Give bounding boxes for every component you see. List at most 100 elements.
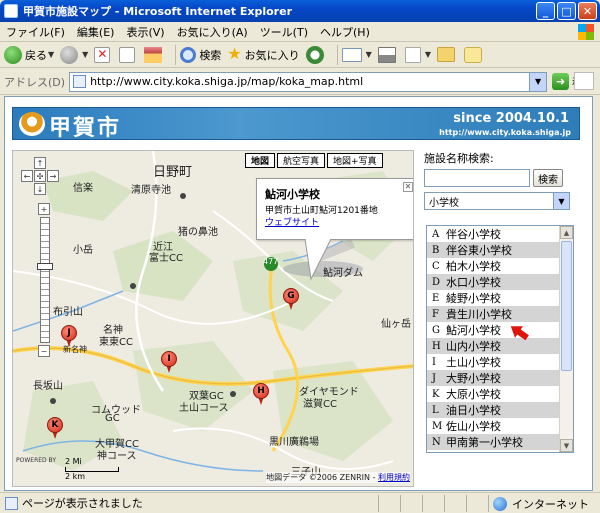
facility-letter: M [432,420,443,432]
map-marker-j[interactable]: J [61,325,77,347]
map-marker-h[interactable]: H [253,383,269,405]
facility-letter: K [432,388,440,400]
scroll-up-icon[interactable]: ▲ [560,226,573,239]
scroll-down-icon[interactable]: ▼ [560,439,573,452]
folder-button[interactable] [436,47,458,62]
toolbar-separator [336,44,338,65]
info-close-icon[interactable]: ✕ [403,182,413,192]
category-select[interactable]: 小学校 ▼ [424,192,570,210]
map-marker-k[interactable]: K [47,417,63,439]
map-marker-i[interactable]: I [161,351,177,373]
facility-list-item[interactable]: K 大原小学校 [427,386,573,402]
terms-link[interactable]: 利用規約 [378,473,410,482]
status-text: ページが表示されました [22,497,143,510]
page-done-icon [5,496,18,510]
edit-icon [404,46,421,63]
zoom-in-button[interactable]: + [38,203,50,215]
facility-search-button[interactable]: 検索 [533,169,563,187]
marker-letter: K [47,417,63,433]
map-marker-g[interactable]: G [283,288,299,310]
zoom-slider-thumb[interactable] [37,263,53,270]
messenger-button[interactable] [463,46,485,63]
chevron-down-icon[interactable]: ▼ [48,50,54,59]
toolbar-extension-icon[interactable] [574,72,594,90]
menu-bar: ファイル(F) 編集(E) 表示(V) お気に入り(A) ツール(T) ヘルプ(… [0,22,600,42]
address-bar: アドレス(D) http://www.city.koka.shiga.jp/ma… [0,69,600,95]
page-scrollbar[interactable] [593,96,600,491]
pan-down-button[interactable]: ↓ [34,183,46,195]
facility-list-item[interactable]: M 佐山小学校 [427,418,573,434]
back-arrow-icon [4,45,22,64]
print-button[interactable] [377,46,399,63]
facility-list-item[interactable]: E 綾野小学校 [427,290,573,306]
facility-list-item[interactable]: O甲南第二小学校 [427,450,573,452]
favorites-button[interactable]: ★ お気に入り [227,45,299,64]
search-caption: 施設名称検索: [424,152,494,165]
pan-left-button[interactable]: ← [21,170,33,182]
status-bar: ページが表示されました インターネット [0,492,600,513]
facility-list-item[interactable]: B 伴谷東小学校 [427,242,573,258]
scroll-thumb[interactable] [561,241,572,371]
facility-list-item[interactable]: I 土山小学校 [427,354,573,370]
facility-list-item[interactable]: J 大野小学校 [427,370,573,386]
windows-logo-icon [578,24,594,40]
map-type-map[interactable]: 地図 [245,153,276,168]
facility-list-item[interactable]: D 水口小学校 [427,274,573,290]
refresh-button[interactable] [119,46,138,63]
map-view[interactable]: 日野町 信楽 清原寺池 猪の鼻池 近江 富士CC 小岳 布引山 名神 東東CC … [12,150,414,487]
address-url[interactable]: http://www.city.koka.shiga.jp/map/koka_m… [90,75,363,88]
info-website-link[interactable]: ウェブサイト [265,215,319,228]
search-row: 検索 [424,169,584,187]
menu-help[interactable]: ヘルプ(H) [320,24,370,40]
chevron-down-icon[interactable]: ▼ [82,50,88,59]
chevron-down-icon[interactable]: ▼ [529,72,547,91]
zoom-out-button[interactable]: − [38,345,50,357]
facility-list-item[interactable]: H 山内小学校 [427,338,573,354]
facility-letter: C [432,260,440,272]
menu-tools[interactable]: ツール(T) [260,24,308,40]
info-facility-name: 鮎河小学校 [265,188,320,201]
facility-letter: L [432,404,439,416]
minimize-button[interactable]: _ [536,2,555,20]
facility-list-item[interactable]: N 甲南第一小学校 [427,434,573,450]
page-icon [73,75,87,88]
pan-center-button[interactable]: ✣ [34,170,46,182]
map-type-hybrid[interactable]: 地図+写真 [327,153,383,168]
facility-list-item[interactable]: C 柏木小学校 [427,258,573,274]
pan-right-button[interactable]: → [47,170,59,182]
search-button[interactable]: 検索 [180,46,221,63]
edit-button[interactable]: ▼ [404,46,431,63]
mail-button[interactable]: ▼ [341,47,372,62]
facility-list[interactable]: A 伴谷小学校 B 伴谷東小学校 C 柏木小学校 D 水口小学校 E 綾野小学校 F 貴生川小学校 G 鮎… [426,225,574,453]
map-label-nagano: 長坂山 [33,381,63,392]
maximize-button[interactable]: □ [557,2,576,20]
facility-name: 甲南第二小学校 [446,450,523,452]
address-label: アドレス(D) [4,75,66,89]
menu-edit[interactable]: 編集(E) [77,24,115,40]
chevron-down-icon[interactable]: ▼ [425,50,431,59]
facility-list-item[interactable]: L 油日小学校 [427,402,573,418]
home-button[interactable] [144,46,165,63]
back-button[interactable]: 戻る ▼ [4,45,54,64]
close-button[interactable]: ✕ [578,2,597,20]
marker-letter: J [61,325,77,341]
stop-button[interactable] [94,46,113,63]
facility-name: 大野小学校 [446,372,501,385]
map-type-satellite[interactable]: 航空写真 [277,153,326,168]
history-button[interactable] [305,45,327,64]
address-input[interactable]: http://www.city.koka.shiga.jp/map/koka_m… [69,71,548,92]
chevron-down-icon[interactable]: ▼ [553,193,569,209]
facility-list-item[interactable]: F 貴生川小学校 [427,306,573,322]
list-scrollbar[interactable]: ▲ ▼ [559,226,573,452]
facility-list-item[interactable]: G 鮎河小学校 [427,322,573,338]
zoom-slider-track[interactable] [40,217,50,343]
menu-favorites[interactable]: お気に入り(A) [177,24,248,40]
menu-view[interactable]: 表示(V) [126,24,164,40]
forward-button[interactable]: ▼ [60,45,88,64]
facility-list-item[interactable]: A 伴谷小学校 [427,226,573,242]
map-scale: 2 Mi 2 km [65,457,119,481]
pan-up-button[interactable]: ↑ [34,157,46,169]
chevron-down-icon[interactable]: ▼ [366,50,372,59]
menu-file[interactable]: ファイル(F) [6,24,65,40]
facility-search-input[interactable] [424,169,530,187]
